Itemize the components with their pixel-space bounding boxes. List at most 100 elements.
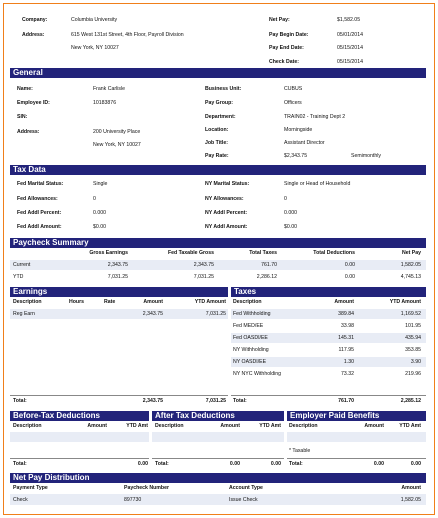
employer-paid-taxable-note: * Taxable (289, 448, 311, 454)
before-tax-section-title: Before-Tax Deductions (10, 411, 149, 421)
employer-paid-total-ytd: 0.00 (410, 461, 421, 467)
job-title: Assistant Director (284, 140, 325, 146)
taxes-row-ytd: 219.96 (405, 371, 421, 377)
earnings-row-ytd: 7,031.25 (205, 311, 226, 317)
pay-frequency: Semimonthly (351, 153, 381, 159)
fed-addl-amount-label: Fed Addl Amount: (17, 224, 62, 230)
summary-header-fed-taxable: Fed Taxable Gross (167, 250, 214, 256)
earnings-header-rate: Rate (104, 299, 116, 305)
earnings-total-label: Total: (13, 398, 27, 404)
taxes-header-description: Description (233, 299, 262, 305)
company-address-line1: 615 West 131st Street, 4th Floor, Payrol… (71, 32, 184, 38)
before-tax-row-band (10, 432, 149, 442)
summary-header-net-pay: Net Pay (401, 250, 421, 256)
summary-current-net-pay: 1,582.05 (400, 262, 421, 268)
fed-marital: Single (93, 181, 108, 187)
fed-marital-label: Fed Marital Status: (17, 181, 64, 187)
pay-begin-value: 05/01/2014 (337, 32, 363, 38)
after-tax-total-ytd: 0.00 (270, 461, 281, 467)
department-label: Department: (205, 114, 236, 120)
check-date-value: 05/15/2014 (337, 59, 363, 65)
tax-data-section-title: Tax Data (10, 165, 426, 175)
ny-marital: Single or Head of Household (284, 181, 351, 187)
taxes-row-description: Fed MED/EE (233, 323, 264, 329)
taxes-header-amount: Amount (334, 299, 354, 305)
earnings-row-band (10, 309, 228, 319)
taxes-row-description: NY OASDI/EE (233, 359, 267, 365)
business-unit: CUBUS (284, 86, 303, 92)
taxes-row-description: Fed OASDI/EE (233, 335, 268, 341)
pay-end-value: 05/15/2014 (337, 45, 363, 51)
after-tax-total-amount: 0.00 (229, 461, 240, 467)
taxes-row-amount: 33.98 (341, 323, 354, 329)
distribution-header-account-type: Account Type (229, 485, 263, 491)
company-label: Company: (22, 17, 48, 23)
distribution-row-band (10, 494, 426, 505)
taxes-row-ytd: 3.90 (410, 359, 421, 365)
earnings-header-amount: Amount (143, 299, 163, 305)
employee-address-label: Address: (17, 129, 40, 135)
check-date-label: Check Date: (269, 59, 299, 65)
fed-addl-amount: $0.00 (93, 224, 106, 230)
distribution-paycheck-number: 897730 (124, 497, 142, 503)
employer-paid-row-band (287, 432, 426, 442)
ny-addl-amount-label: NY Addl Amount: (205, 224, 248, 230)
employer-paid-total-label: Total: (289, 461, 303, 467)
location: Morningside (284, 127, 313, 133)
employee-id: 10183876 (93, 100, 117, 106)
distribution-amount: 1,582.05 (400, 497, 421, 503)
department: TRAIN02 - Training Dept 2 (284, 114, 346, 120)
taxes-total-ytd: 2,285.12 (400, 398, 421, 404)
sin-label: SIN: (17, 114, 28, 120)
fed-addl-percent-label: Fed Addl Percent: (17, 210, 62, 216)
ny-allowances-label: NY Allowances: (205, 196, 244, 202)
earnings-header-ytd: YTD Amount (194, 299, 226, 305)
taxes-row-amount: 73.32 (341, 371, 354, 377)
company-address-label: Address: (22, 32, 45, 38)
summary-ytd-gross: 7,031.25 (107, 274, 128, 280)
taxes-total-amount: 761.70 (338, 398, 354, 404)
earnings-row-amount: 2,343.75 (142, 311, 163, 317)
summary-ytd-taxes: 2,286.12 (256, 274, 277, 280)
summary-row-label: Current (13, 262, 31, 268)
before-tax-header-description: Description (13, 423, 42, 429)
pay-begin-label: Pay Begin Date: (269, 32, 309, 38)
ny-addl-percent-label: NY Addl Percent: (205, 210, 248, 216)
fed-allowances-label: Fed Allowances: (17, 196, 58, 202)
distribution-account-type: Issue Check (229, 497, 258, 503)
earnings-header-hours: Hours (69, 299, 84, 305)
fed-addl-percent: 0.000 (93, 210, 106, 216)
after-tax-row-band (152, 432, 284, 442)
summary-current-gross: 2,343.75 (107, 262, 128, 268)
after-tax-total-rule (152, 458, 284, 459)
summary-header-gross: Gross Earnings (89, 250, 128, 256)
net-pay-value: $1,582.05 (337, 17, 361, 23)
taxes-section-title: Taxes (231, 287, 426, 297)
summary-header-total-taxes: Total Taxes (249, 250, 277, 256)
earnings-total-amount: 2,343.75 (142, 398, 163, 404)
employee-name: Frank Carlisle (93, 86, 125, 92)
taxes-row-ytd: 101.95 (405, 323, 421, 329)
taxes-row-amount: 145.31 (338, 335, 354, 341)
taxes-row-amount: 389.84 (338, 311, 354, 317)
earnings-total-ytd: 7,031.25 (205, 398, 226, 404)
earnings-section-title: Earnings (10, 287, 228, 297)
summary-current-fed-taxable: 2,343.75 (193, 262, 214, 268)
after-tax-header-ytd: YTD Amt (259, 423, 281, 429)
business-unit-label: Business Unit: (205, 86, 242, 92)
summary-row-label: YTD (13, 274, 24, 280)
employee-name-label: Name: (17, 86, 33, 92)
distribution-header-payment-type: Payment Type (13, 485, 48, 491)
taxes-row-description: NY Withholding (233, 347, 269, 353)
summary-ytd-deductions: 0.00 (344, 274, 355, 280)
ny-marital-label: NY Marital Status: (205, 181, 250, 187)
summary-current-deductions: 0.00 (344, 262, 355, 268)
earnings-header-description: Description (13, 299, 42, 305)
employer-paid-header-description: Description (289, 423, 318, 429)
taxes-row-amount: 1.30 (343, 359, 354, 365)
employee-address-line1: 200 University Place (93, 129, 141, 135)
summary-row-band (10, 260, 426, 270)
employer-paid-section-title: Employer Paid Benefits (287, 411, 426, 421)
pay-group-label: Pay Group: (205, 100, 233, 106)
taxes-row-ytd: 435.94 (405, 335, 421, 341)
